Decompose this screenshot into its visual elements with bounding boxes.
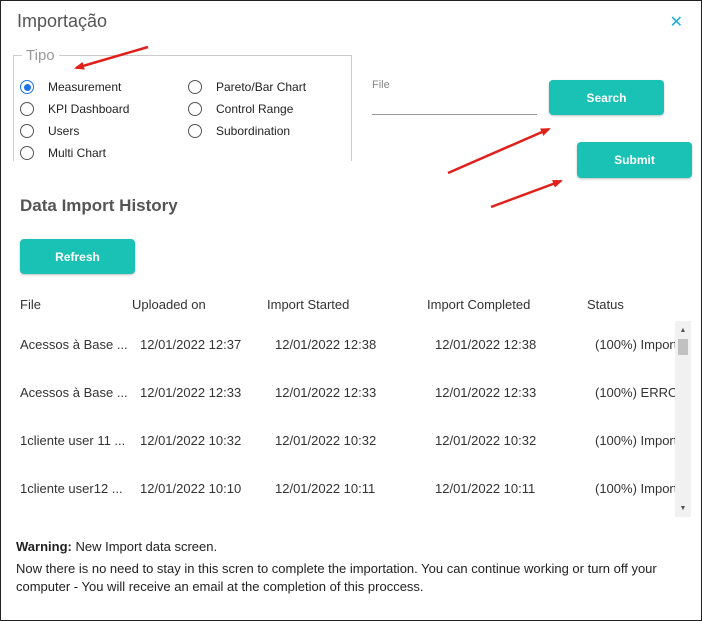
table-row[interactable]: 1cliente user 11 ... 12/01/2022 10:32 12… — [13, 433, 675, 453]
radio-label: Users — [48, 124, 80, 138]
radio-label: Subordination — [216, 124, 291, 138]
radio-circle-icon — [20, 102, 34, 116]
cell-file: 1cliente user12 ... — [20, 481, 123, 496]
close-icon[interactable]: ✕ — [670, 12, 683, 32]
cell-uploaded: 12/01/2022 10:10 — [140, 481, 242, 496]
arrow-to-search — [447, 127, 551, 175]
radio-label: KPI Dashboard — [48, 102, 130, 116]
arrow-to-submit — [490, 179, 563, 209]
column-header-status[interactable]: Status — [587, 297, 624, 312]
radio-circle-icon — [188, 124, 202, 138]
cell-uploaded: 12/01/2022 12:33 — [140, 385, 242, 400]
refresh-button[interactable]: Refresh — [20, 239, 135, 274]
cell-completed: 12/01/2022 10:11 — [435, 481, 536, 496]
radio-multi-chart[interactable]: Multi Chart — [20, 146, 106, 160]
column-header-started[interactable]: Import Started — [267, 297, 349, 312]
cell-completed: 12/01/2022 10:32 — [435, 433, 537, 448]
cell-completed: 12/01/2022 12:33 — [435, 385, 537, 400]
warning-label: Warning: — [16, 539, 72, 554]
cell-started: 12/01/2022 12:38 — [275, 337, 377, 352]
scroll-thumb[interactable] — [678, 339, 688, 355]
cell-status: (100%) Import — [595, 433, 675, 448]
radio-circle-icon — [188, 80, 202, 94]
radio-users[interactable]: Users — [20, 124, 79, 138]
cell-file: 1cliente user 11 ... — [20, 433, 126, 448]
radio-measurement[interactable]: Measurement — [20, 80, 121, 94]
radio-label: Measurement — [48, 80, 122, 94]
radio-control-range[interactable]: Control Range — [188, 102, 293, 116]
scroll-up-icon[interactable]: ▲ — [675, 323, 691, 337]
history-table-body: Acessos à Base ... 12/01/2022 12:37 12/0… — [13, 321, 691, 517]
submit-button[interactable]: Submit — [577, 142, 692, 178]
radio-circle-icon — [20, 146, 34, 160]
cell-completed: 12/01/2022 12:38 — [435, 337, 537, 352]
warning-message: Warning: New Import data screen. — [16, 539, 217, 554]
cell-uploaded: 12/01/2022 12:37 — [140, 337, 242, 352]
cell-status: (100%) ERRO - — [595, 385, 675, 400]
import-dialog: Importação ✕ Tipo Measurement KPI Dashbo… — [0, 0, 702, 621]
scroll-down-icon[interactable]: ▼ — [675, 501, 691, 515]
radio-kpi-dashboard[interactable]: KPI Dashboard — [20, 102, 129, 116]
radio-label: Control Range — [216, 102, 294, 116]
tipo-legend: Tipo — [26, 47, 55, 64]
radio-circle-icon — [188, 102, 202, 116]
warning-note: Now there is no need to stay in this scr… — [16, 561, 657, 594]
table-scrollbar[interactable]: ▲ ▼ — [675, 321, 691, 517]
table-row[interactable]: Acessos à Base ... 12/01/2022 12:37 12/0… — [13, 337, 675, 357]
cell-file: Acessos à Base ... — [20, 385, 128, 400]
file-input[interactable] — [372, 97, 537, 115]
warning-text: New Import data screen. — [75, 539, 218, 554]
radio-label: Multi Chart — [48, 146, 107, 160]
column-header-uploaded[interactable]: Uploaded on — [132, 297, 206, 312]
cell-uploaded: 12/01/2022 10:32 — [140, 433, 242, 448]
cell-started: 12/01/2022 10:11 — [275, 481, 376, 496]
cell-started: 12/01/2022 10:32 — [275, 433, 377, 448]
cell-file: Acessos à Base ... — [20, 337, 128, 352]
radio-label: Pareto/Bar Chart — [216, 80, 307, 94]
history-title: Data Import History — [20, 196, 178, 215]
cell-status: (100%) Import — [595, 337, 675, 352]
search-button[interactable]: Search — [549, 80, 664, 115]
radio-circle-icon — [20, 80, 34, 94]
table-row[interactable]: 1cliente user12 ... 12/01/2022 10:10 12/… — [13, 481, 675, 501]
file-label: File — [372, 79, 390, 91]
radio-pareto-bar-chart[interactable]: Pareto/Bar Chart — [188, 80, 306, 94]
dialog-title: Importação — [17, 11, 108, 31]
cell-started: 12/01/2022 12:33 — [275, 385, 377, 400]
table-row[interactable]: Acessos à Base ... 12/01/2022 12:33 12/0… — [13, 385, 675, 405]
cell-status: (100%) Import — [595, 481, 675, 496]
radio-subordination[interactable]: Subordination — [188, 124, 290, 138]
column-header-completed[interactable]: Import Completed — [427, 297, 530, 312]
column-header-file[interactable]: File — [20, 297, 41, 312]
radio-circle-icon — [20, 124, 34, 138]
